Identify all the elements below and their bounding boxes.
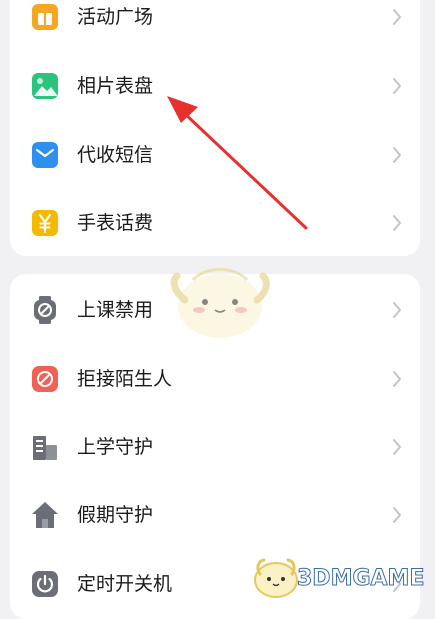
chevron-right-icon: [393, 439, 401, 455]
picture-icon: [32, 73, 58, 99]
home-icon: [32, 502, 58, 528]
school-icon: [33, 436, 57, 460]
chevron-right-icon: [393, 302, 401, 318]
watch-block-icon: [34, 296, 56, 324]
menu-item-reject-strangers[interactable]: 拒接陌生人: [10, 349, 420, 409]
menu-item-class-disable[interactable]: 上课禁用: [10, 280, 420, 340]
menu-item-label: 代收短信: [77, 144, 154, 166]
yuan-icon: [32, 210, 58, 236]
chevron-right-icon: [393, 215, 401, 231]
menu-item-label: 拒接陌生人: [77, 368, 173, 390]
menu-item-watch-phone-bill[interactable]: 手表话费: [10, 193, 420, 253]
menu-item-holiday-guard[interactable]: 假期守护: [10, 485, 420, 545]
menu-item-photo-watchface[interactable]: 相片表盘: [10, 56, 420, 116]
call-block-icon: [32, 366, 58, 392]
menu-item-label: 假期守护: [77, 504, 154, 526]
power-icon: [32, 571, 58, 597]
menu-item-label: 定时开关机: [77, 573, 173, 595]
gift-icon: [32, 4, 58, 30]
menu-item-activity-square[interactable]: 活动广场: [10, 0, 420, 47]
menu-item-label: 手表话费: [77, 212, 154, 234]
watermark-text: 3DMGAME: [296, 566, 425, 592]
chevron-right-icon: [393, 9, 401, 25]
menu-item-sms-proxy[interactable]: 代收短信: [10, 125, 420, 185]
message-icon: [32, 142, 58, 168]
menu-group-1: 活动广场 相片表盘 代收短信 手表话费: [10, 0, 420, 256]
menu-item-label: 相片表盘: [77, 75, 154, 97]
menu-item-label: 活动广场: [77, 6, 154, 28]
menu-item-label: 上学守护: [77, 436, 154, 458]
chevron-right-icon: [393, 147, 401, 163]
chevron-right-icon: [393, 78, 401, 94]
menu-item-school-guard[interactable]: 上学守护: [10, 417, 420, 477]
menu-item-label: 上课禁用: [77, 299, 154, 321]
chevron-right-icon: [393, 371, 401, 387]
chevron-right-icon: [393, 507, 401, 523]
